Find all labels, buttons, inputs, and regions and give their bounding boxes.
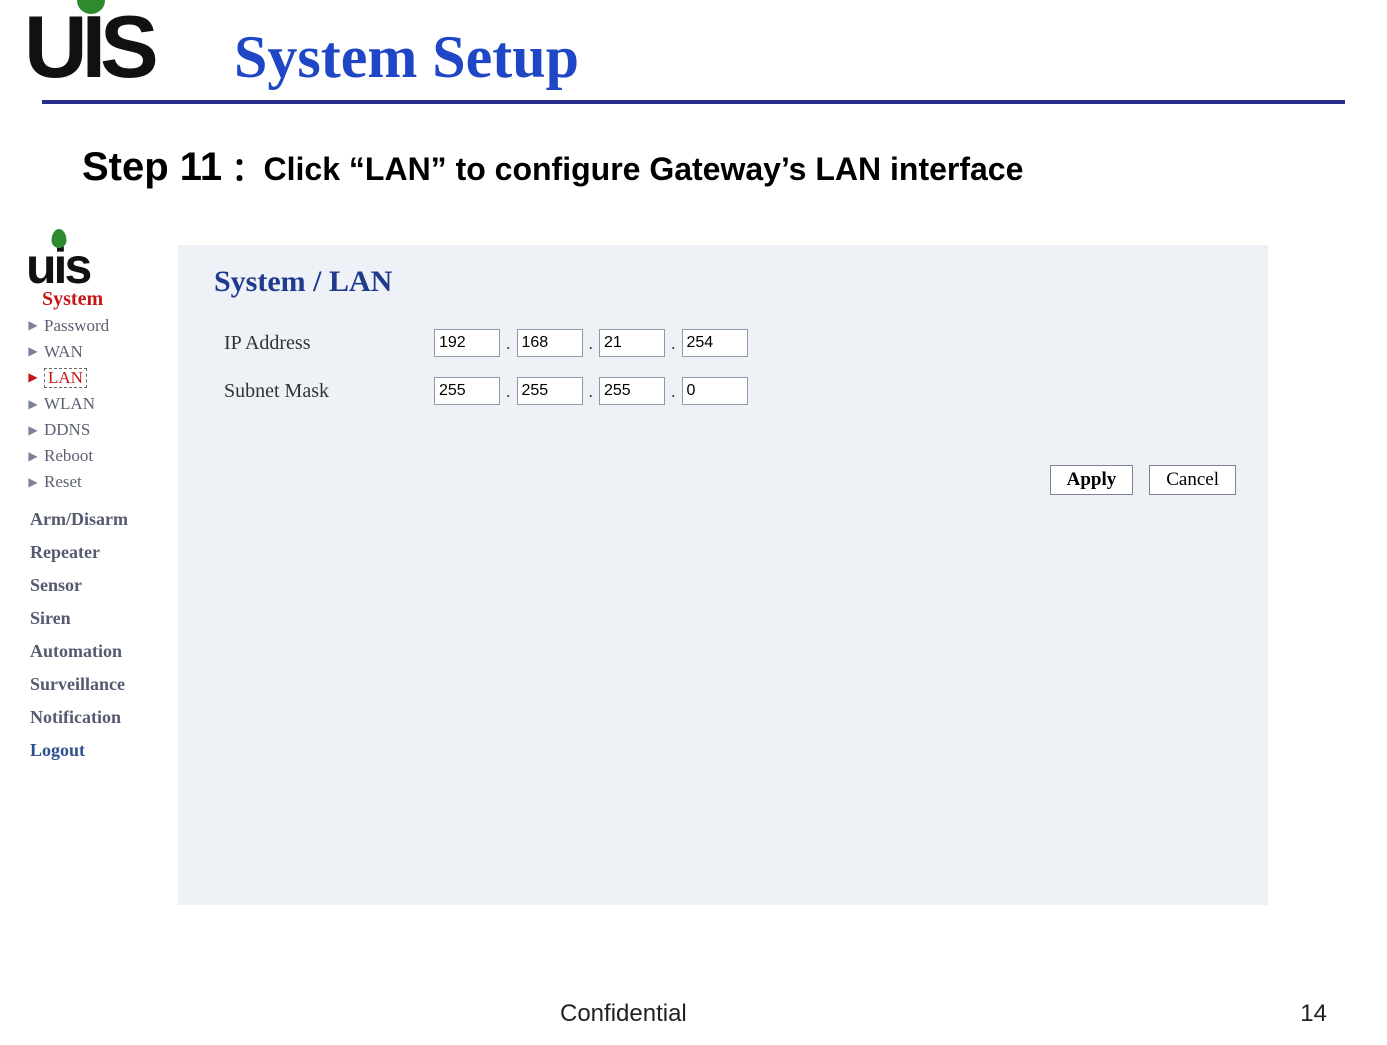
sidebar-item-password[interactable]: ▶ Password bbox=[28, 313, 178, 339]
sidebar-link-sensor[interactable]: Sensor bbox=[30, 569, 178, 602]
sidebar-link-logout[interactable]: Logout bbox=[30, 734, 178, 767]
triangle-icon: ▶ bbox=[28, 449, 38, 464]
subnet-mask-octets: . . . bbox=[434, 377, 748, 405]
sidebar: u i s System ▶ Password ▶ WAN ▶ LAN ▶ WL… bbox=[18, 245, 178, 905]
dot-separator: . bbox=[669, 333, 678, 354]
ip-octet-1[interactable] bbox=[434, 329, 500, 357]
sidebar-item-wan[interactable]: ▶ WAN bbox=[28, 339, 178, 365]
mask-octet-1[interactable] bbox=[434, 377, 500, 405]
sidebar-item-lan[interactable]: ▶ LAN bbox=[28, 365, 178, 392]
logo-letter-u: U bbox=[24, 14, 82, 80]
sidebar-link-surveillance[interactable]: Surveillance bbox=[30, 668, 178, 701]
dot-separator: . bbox=[504, 333, 513, 354]
slide-header: U I S System Setup bbox=[0, 0, 1387, 90]
sidebar-logo-i: i bbox=[54, 248, 65, 286]
sidebar-item-wlan[interactable]: ▶ WLAN bbox=[28, 391, 178, 417]
sidebar-link-automation[interactable]: Automation bbox=[30, 635, 178, 668]
dot-separator: . bbox=[504, 381, 513, 402]
mask-octet-4[interactable] bbox=[682, 377, 748, 405]
subnet-mask-label: Subnet Mask bbox=[224, 380, 434, 403]
sidebar-item-ddns[interactable]: ▶ DDNS bbox=[28, 417, 178, 443]
uis-logo: U I S bbox=[24, 14, 194, 80]
dot-separator: . bbox=[587, 381, 596, 402]
ip-address-row: IP Address . . . bbox=[224, 329, 1242, 357]
panel-title: System / LAN bbox=[214, 265, 1242, 299]
footer-page-number: 14 bbox=[1300, 1000, 1327, 1028]
dot-separator: . bbox=[669, 381, 678, 402]
ip-address-label: IP Address bbox=[224, 332, 434, 355]
logo-letter-i: I bbox=[82, 14, 100, 80]
sidebar-link-notification[interactable]: Notification bbox=[30, 701, 178, 734]
apply-button[interactable]: Apply bbox=[1050, 465, 1134, 495]
uis-logo-icon: U I S bbox=[24, 14, 153, 80]
sidebar-link-repeater[interactable]: Repeater bbox=[30, 536, 178, 569]
dot-separator: . bbox=[587, 333, 596, 354]
ip-octet-3[interactable] bbox=[599, 329, 665, 357]
sidebar-link-arm-disarm[interactable]: Arm/Disarm bbox=[30, 503, 178, 536]
mask-octet-3[interactable] bbox=[599, 377, 665, 405]
footer-confidential: Confidential bbox=[560, 1000, 687, 1028]
triangle-icon: ▶ bbox=[28, 370, 38, 385]
subnet-mask-row: Subnet Mask . . . bbox=[224, 377, 1242, 405]
triangle-icon: ▶ bbox=[28, 397, 38, 412]
lan-config-panel: System / LAN IP Address . . . Subnet Mas… bbox=[178, 245, 1268, 905]
triangle-icon: ▶ bbox=[28, 344, 38, 359]
button-row: Apply Cancel bbox=[214, 465, 1242, 495]
step-line: Step 11 ：Click “LAN” to configure Gatewa… bbox=[82, 144, 1387, 190]
step-number: Step 11 bbox=[82, 145, 222, 189]
sidebar-item-reset[interactable]: ▶ Reset bbox=[28, 469, 178, 495]
logo-letter-s: S bbox=[100, 14, 153, 80]
ip-octet-4[interactable] bbox=[682, 329, 748, 357]
sidebar-logo: u i s bbox=[26, 248, 178, 286]
sidebar-link-siren[interactable]: Siren bbox=[30, 602, 178, 635]
leaf-dot-icon bbox=[52, 229, 67, 248]
triangle-icon: ▶ bbox=[28, 318, 38, 333]
sidebar-item-reboot[interactable]: ▶ Reboot bbox=[28, 443, 178, 469]
mask-octet-2[interactable] bbox=[517, 377, 583, 405]
triangle-icon: ▶ bbox=[28, 423, 38, 438]
step-description: ：Click “LAN” to configure Gateway’s LAN … bbox=[232, 151, 1024, 187]
title-underline bbox=[42, 100, 1345, 104]
triangle-icon: ▶ bbox=[28, 475, 38, 490]
embedded-screenshot: u i s System ▶ Password ▶ WAN ▶ LAN ▶ WL… bbox=[18, 245, 1268, 905]
cancel-button[interactable]: Cancel bbox=[1149, 465, 1236, 495]
ip-address-octets: . . . bbox=[434, 329, 748, 357]
sidebar-section-links: Arm/Disarm Repeater Sensor Siren Automat… bbox=[30, 503, 178, 767]
sidebar-system-list: ▶ Password ▶ WAN ▶ LAN ▶ WLAN ▶ DDNS ▶ R… bbox=[28, 313, 178, 496]
ip-octet-2[interactable] bbox=[517, 329, 583, 357]
page-title: System Setup bbox=[194, 4, 579, 90]
